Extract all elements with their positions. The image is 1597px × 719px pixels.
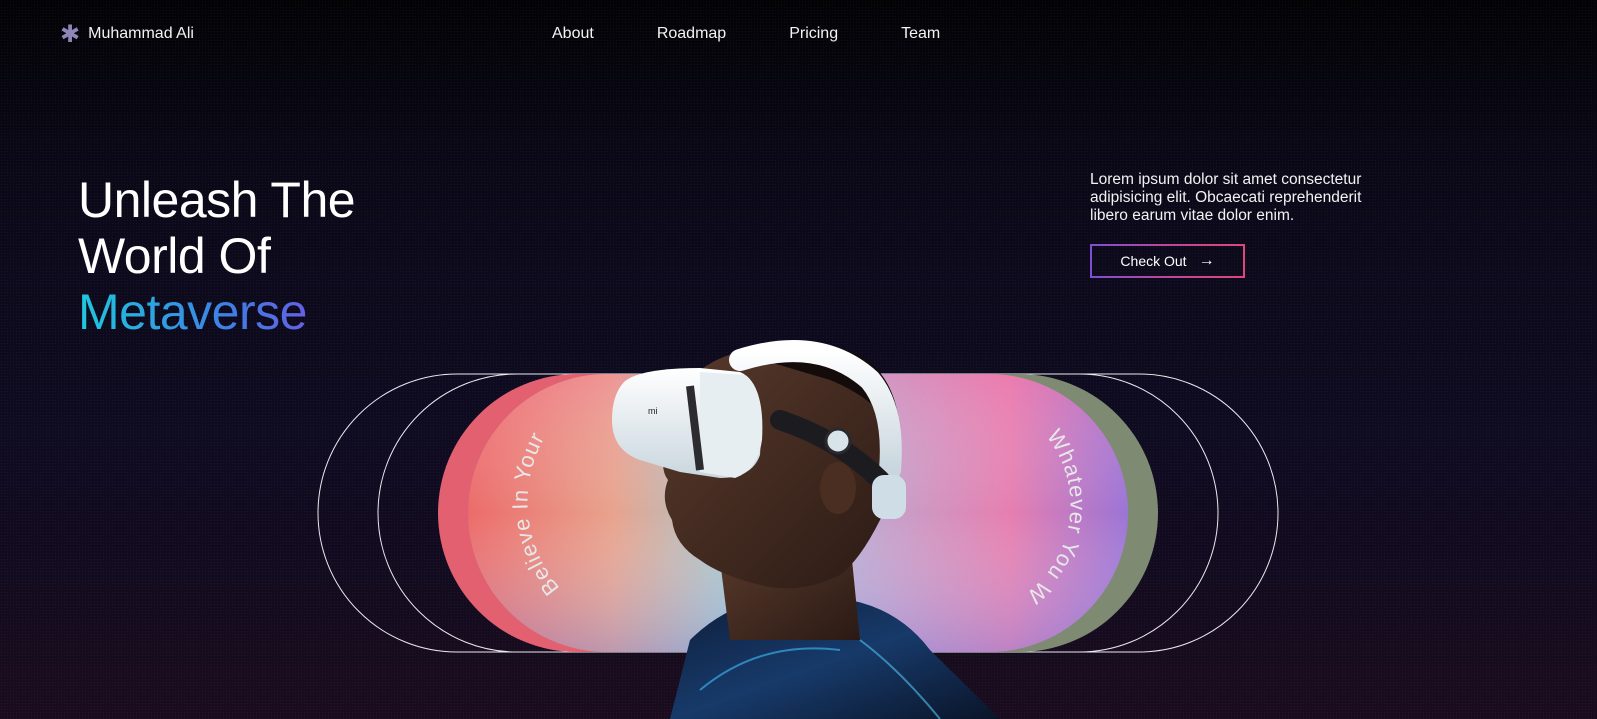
- nav-link-team[interactable]: Team: [901, 25, 940, 43]
- top-navbar: ✱ Muhammad Ali About Roadmap Pricing Tea…: [0, 0, 1597, 72]
- hero-artwork: Believe In Yourself Whatever You Want mi: [0, 0, 1279, 719]
- svg-text:mi: mi: [648, 406, 658, 416]
- outline-ring-outer: [317, 373, 1279, 653]
- back-pill-red: [438, 374, 1138, 652]
- arrow-right-icon: →: [1198, 252, 1215, 269]
- hero-title: Unleash The World Of Metaverse: [78, 171, 356, 340]
- hero-title-line-1: Unleash The: [78, 171, 356, 228]
- nav-link-about[interactable]: About: [552, 25, 594, 43]
- vr-person-illustration: mi: [612, 340, 1000, 719]
- hero-description: Lorem ipsum dolor sit amet consectetur a…: [1090, 170, 1362, 224]
- check-out-button[interactable]: Check Out →: [1090, 244, 1245, 278]
- outline-ring-inner: [377, 373, 1219, 653]
- nav-link-roadmap[interactable]: Roadmap: [657, 25, 726, 43]
- check-out-label: Check Out: [1120, 253, 1187, 269]
- hero-title-line-2: World Of: [78, 227, 271, 284]
- back-pill-green: [468, 374, 1158, 652]
- hero-title-accent: Metaverse: [78, 284, 355, 340]
- nav-links: About Roadmap Pricing Team: [552, 25, 1003, 43]
- brand-logo[interactable]: ✱ Muhammad Ali: [60, 20, 194, 48]
- brand-name: Muhammad Ali: [88, 25, 194, 42]
- main-gradient-pill: [468, 374, 1128, 652]
- nav-link-pricing[interactable]: Pricing: [789, 25, 838, 43]
- background-noise: [0, 0, 1597, 719]
- asterisk-icon: ✱: [60, 20, 81, 48]
